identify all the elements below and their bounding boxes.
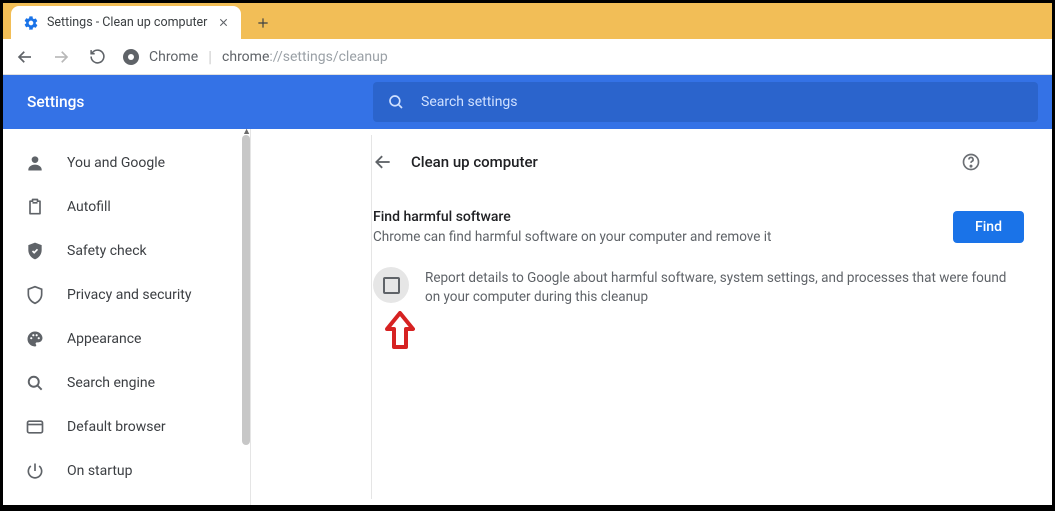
sidebar-item-on-startup[interactable]: On startup (3, 449, 250, 493)
sidebar-item-search-engine[interactable]: Search engine (3, 361, 250, 405)
sidebar-item-default-browser[interactable]: Default browser (3, 405, 250, 449)
checkbox-icon (383, 277, 400, 294)
new-tab-button[interactable] (249, 9, 277, 37)
find-harmful-subtitle: Chrome can find harmful software on your… (373, 229, 929, 245)
power-icon (25, 461, 45, 481)
shield-icon (25, 285, 45, 305)
sidebar-item-label: Safety check (67, 243, 147, 259)
person-icon (25, 153, 45, 173)
sidebar-item-label: Search engine (67, 375, 155, 391)
help-icon[interactable] (960, 151, 982, 173)
sidebar-item-safety-check[interactable]: Safety check (3, 229, 250, 273)
search-settings-box[interactable] (373, 82, 1038, 122)
address-separator: | (208, 47, 212, 66)
sidebar-item-label: Default browser (67, 419, 166, 435)
forward-icon (47, 43, 75, 71)
sidebar-item-you-and-google[interactable]: You and Google (3, 141, 250, 185)
sidebar: ▲ You and Google Autofill Safety check (3, 129, 251, 505)
report-description: Report details to Google about harmful s… (425, 267, 1024, 307)
report-checkbox[interactable] (373, 267, 409, 303)
palette-icon (25, 329, 45, 349)
shield-check-icon (25, 241, 45, 261)
page-title: Settings (3, 93, 373, 111)
sidebar-item-label: On startup (67, 463, 133, 479)
sidebar-item-label: Autofill (67, 199, 111, 215)
search-input[interactable] (421, 94, 1024, 110)
sidebar-item-autofill[interactable]: Autofill (3, 185, 250, 229)
browser-tab-active[interactable]: Settings - Clean up computer (11, 6, 241, 39)
browser-toolbar: Chrome | chrome://settings/cleanup (3, 39, 1052, 75)
address-bar[interactable]: Chrome | chrome://settings/cleanup (123, 47, 388, 66)
search-icon (25, 373, 45, 393)
close-icon[interactable] (215, 15, 231, 31)
gear-icon (23, 15, 39, 31)
tab-title: Settings - Clean up computer (47, 15, 207, 30)
back-button[interactable] (373, 152, 393, 172)
search-icon (387, 93, 405, 111)
address-path: chrome://settings/cleanup (222, 49, 388, 65)
breadcrumb: Clean up computer (373, 129, 1052, 191)
address-origin: Chrome (149, 49, 198, 65)
scrollbar-thumb[interactable] (242, 135, 250, 445)
clipboard-icon (25, 197, 45, 217)
sidebar-item-privacy-and-security[interactable]: Privacy and security (3, 273, 250, 317)
sidebar-item-label: Privacy and security (67, 287, 191, 303)
sidebar-item-label: Appearance (67, 331, 141, 347)
chrome-icon (123, 49, 139, 65)
settings-header: Settings (3, 75, 1052, 129)
find-harmful-title: Find harmful software (373, 209, 929, 225)
section-title: Clean up computer (411, 153, 942, 171)
browser-tabstrip: Settings - Clean up computer (3, 3, 1052, 39)
find-button[interactable]: Find (953, 211, 1024, 243)
sidebar-item-label: You and Google (67, 155, 165, 171)
sidebar-item-appearance[interactable]: Appearance (3, 317, 250, 361)
reload-icon[interactable] (83, 43, 111, 71)
browser-icon (25, 417, 45, 437)
back-icon[interactable] (11, 43, 39, 71)
